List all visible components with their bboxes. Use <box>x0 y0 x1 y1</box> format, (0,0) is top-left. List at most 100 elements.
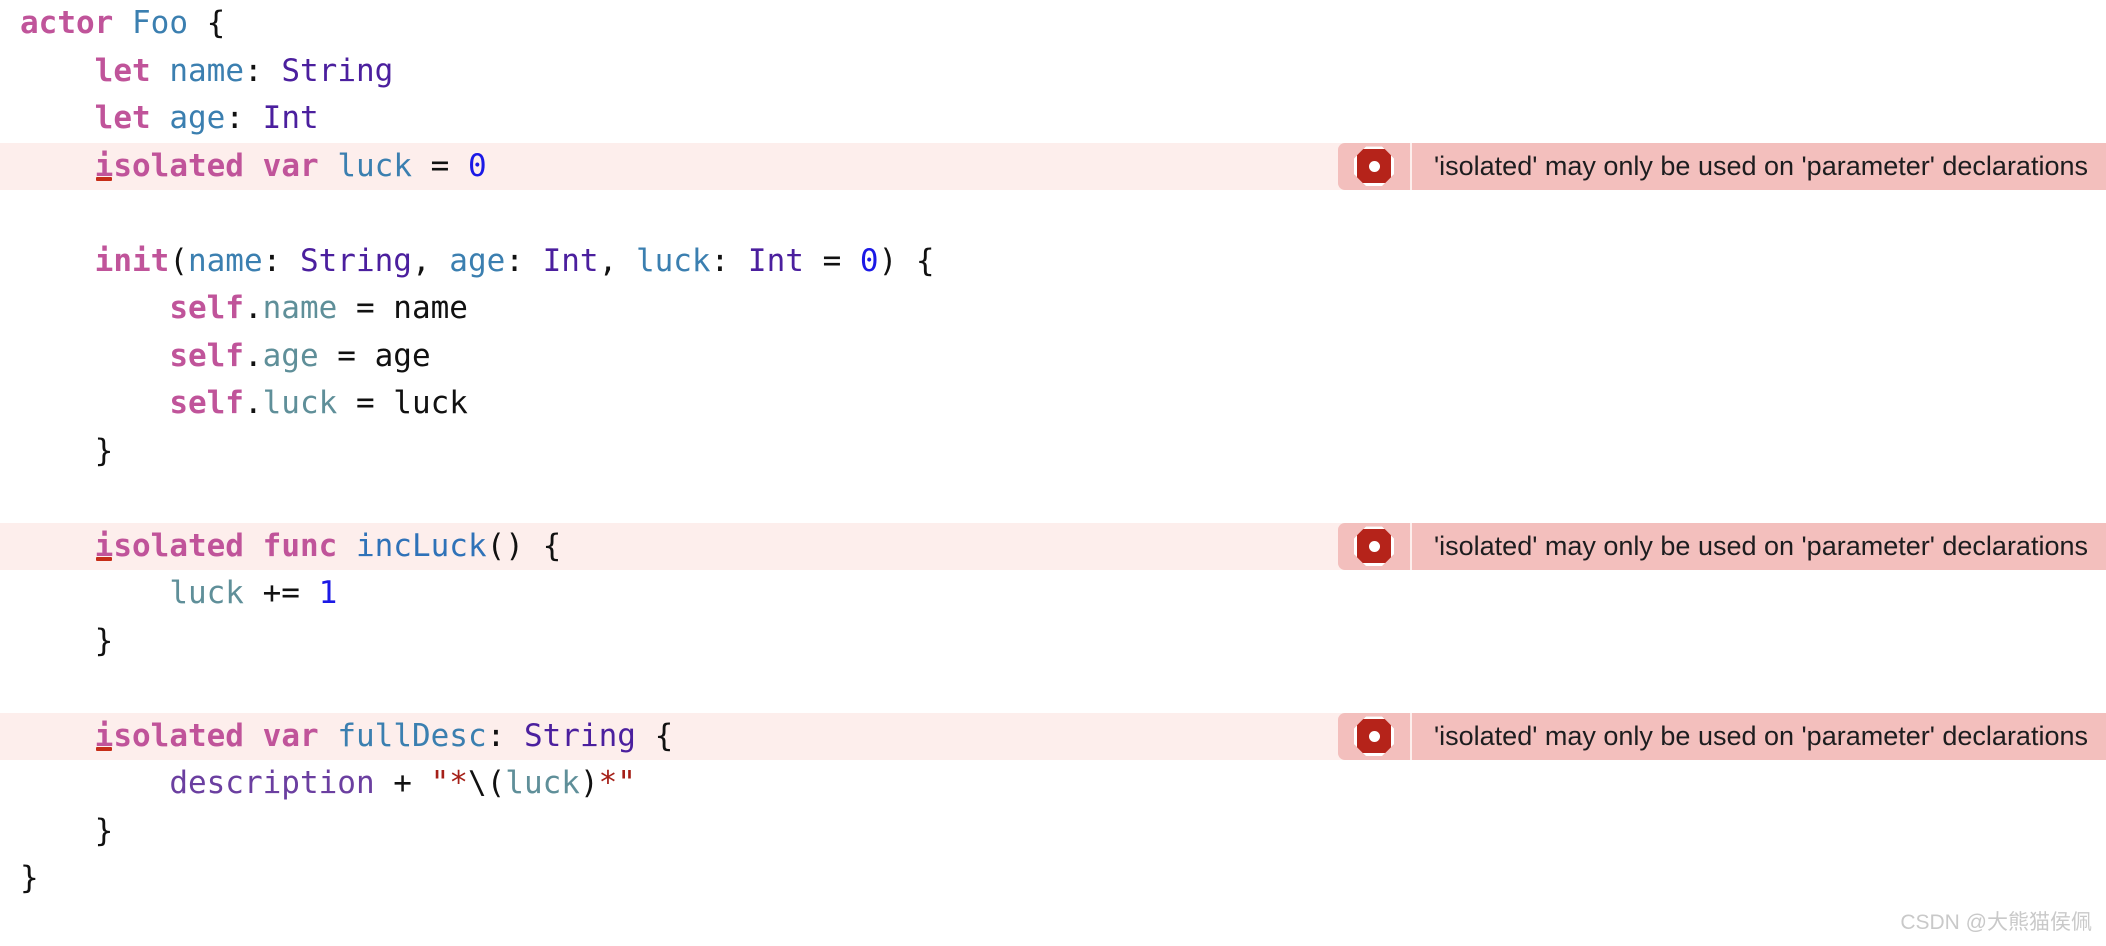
code-line[interactable]: init(name: String, age: Int, luck: Int =… <box>0 238 2106 286</box>
code-token: ( <box>169 242 188 279</box>
code-token: self <box>169 337 244 374</box>
code-line-text: isolated var luck = 0 <box>0 143 487 191</box>
code-token: fullDesc <box>337 717 487 754</box>
code-token: . <box>243 337 263 374</box>
code-token: + <box>374 765 431 801</box>
code-token: } <box>20 860 39 896</box>
code-line[interactable]: luck += 1 <box>0 570 2106 618</box>
code-editor[interactable]: actor Foo { let name: String let age: In… <box>0 0 2106 946</box>
code-line[interactable]: } <box>0 618 2106 666</box>
code-token: luck <box>262 385 338 421</box>
code-line[interactable]: } <box>0 428 2106 476</box>
code-token: { <box>635 717 674 754</box>
inline-diagnostic-banner[interactable]: 'isolated' may only be used on 'paramete… <box>1338 522 2106 570</box>
code-token: : <box>505 242 543 279</box>
code-line[interactable] <box>0 475 2106 523</box>
code-token: name <box>393 290 468 326</box>
code-lines-container[interactable]: actor Foo { let name: String let age: In… <box>0 0 2106 903</box>
diagnostic-icon-button[interactable] <box>1338 142 1410 190</box>
code-token: } <box>20 622 114 659</box>
code-token: init <box>94 242 170 279</box>
diagnostic-icon-button[interactable] <box>1338 712 1410 760</box>
code-token: Foo <box>132 5 188 41</box>
inline-diagnostic-banner[interactable]: 'isolated' may only be used on 'paramete… <box>1338 142 2106 190</box>
code-token: solated <box>113 147 244 184</box>
code-line[interactable] <box>0 665 2106 713</box>
code-line[interactable]: self.luck = luck <box>0 380 2106 428</box>
code-token: 0 <box>468 147 487 184</box>
code-line-text: } <box>0 808 114 856</box>
code-token: String <box>299 242 412 279</box>
code-token: actor <box>20 5 114 41</box>
inline-diagnostic-banner[interactable]: 'isolated' may only be used on 'paramete… <box>1338 712 2106 760</box>
code-line[interactable]: } <box>0 855 2106 903</box>
code-line[interactable]: self.name = name <box>0 285 2106 333</box>
error-icon-center-dot <box>1368 730 1380 742</box>
error-octagon-icon <box>1354 146 1394 187</box>
code-token: . <box>243 290 263 326</box>
code-token: var <box>262 717 319 754</box>
code-line[interactable]: let name: String <box>0 48 2106 96</box>
code-line[interactable]: description + "*\(luck)*" <box>0 760 2106 808</box>
diagnostic-message-text: 'isolated' may only be used on 'paramete… <box>1410 522 2106 570</box>
code-token: "* <box>430 765 468 801</box>
code-token: age <box>374 337 431 374</box>
code-line-with-error[interactable]: isolated var fullDesc: String {'isolated… <box>0 712 2106 760</box>
code-token: age <box>449 242 506 279</box>
code-token: luck <box>635 242 711 279</box>
code-token: : <box>486 717 524 754</box>
code-token: () { <box>486 527 562 564</box>
code-line-with-error[interactable]: isolated func incLuck() { 'isolated' may … <box>0 522 2106 571</box>
error-icon-center-dot <box>1368 160 1380 172</box>
code-line[interactable]: actor Foo { <box>0 0 2106 48</box>
error-icon-center-dot <box>1368 540 1380 552</box>
code-line-text: } <box>0 855 39 903</box>
code-token: Int <box>747 242 804 279</box>
code-token: = <box>430 147 450 184</box>
code-token: { <box>188 5 226 41</box>
code-line-text: isolated func incLuck() { <box>0 523 562 571</box>
code-token: self <box>169 385 244 421</box>
code-line-text: init(name: String, age: Int, luck: Int =… <box>0 238 935 286</box>
code-token: Int <box>262 100 319 136</box>
diagnostic-message-text: 'isolated' may only be used on 'paramete… <box>1410 712 2106 760</box>
code-token: let <box>94 52 151 89</box>
code-token: = <box>318 337 375 374</box>
code-token: description <box>169 765 375 801</box>
error-octagon-icon <box>1354 716 1394 757</box>
code-line-text: } <box>0 428 114 476</box>
code-token: } <box>20 432 114 469</box>
code-token: String <box>281 52 394 89</box>
code-line[interactable]: self.age = age <box>0 333 2106 381</box>
code-line[interactable]: } <box>0 808 2106 856</box>
code-line-text: self.luck = luck <box>0 380 468 428</box>
code-token: = <box>803 242 860 279</box>
code-line-with-error[interactable]: isolated var luck = 0 'isolated' may only… <box>0 142 2106 191</box>
error-octagon-icon <box>1354 526 1394 567</box>
code-token: String <box>523 717 636 754</box>
code-token: age <box>262 337 319 374</box>
diagnostic-icon-button[interactable] <box>1338 522 1410 570</box>
code-token: : <box>262 242 300 279</box>
code-line[interactable]: let age: Int <box>0 95 2106 143</box>
code-line-text: self.age = age <box>0 333 431 381</box>
code-line[interactable] <box>0 190 2106 238</box>
code-token: luck <box>169 575 244 611</box>
code-line-text: description + "*\(luck)*" <box>0 760 636 808</box>
